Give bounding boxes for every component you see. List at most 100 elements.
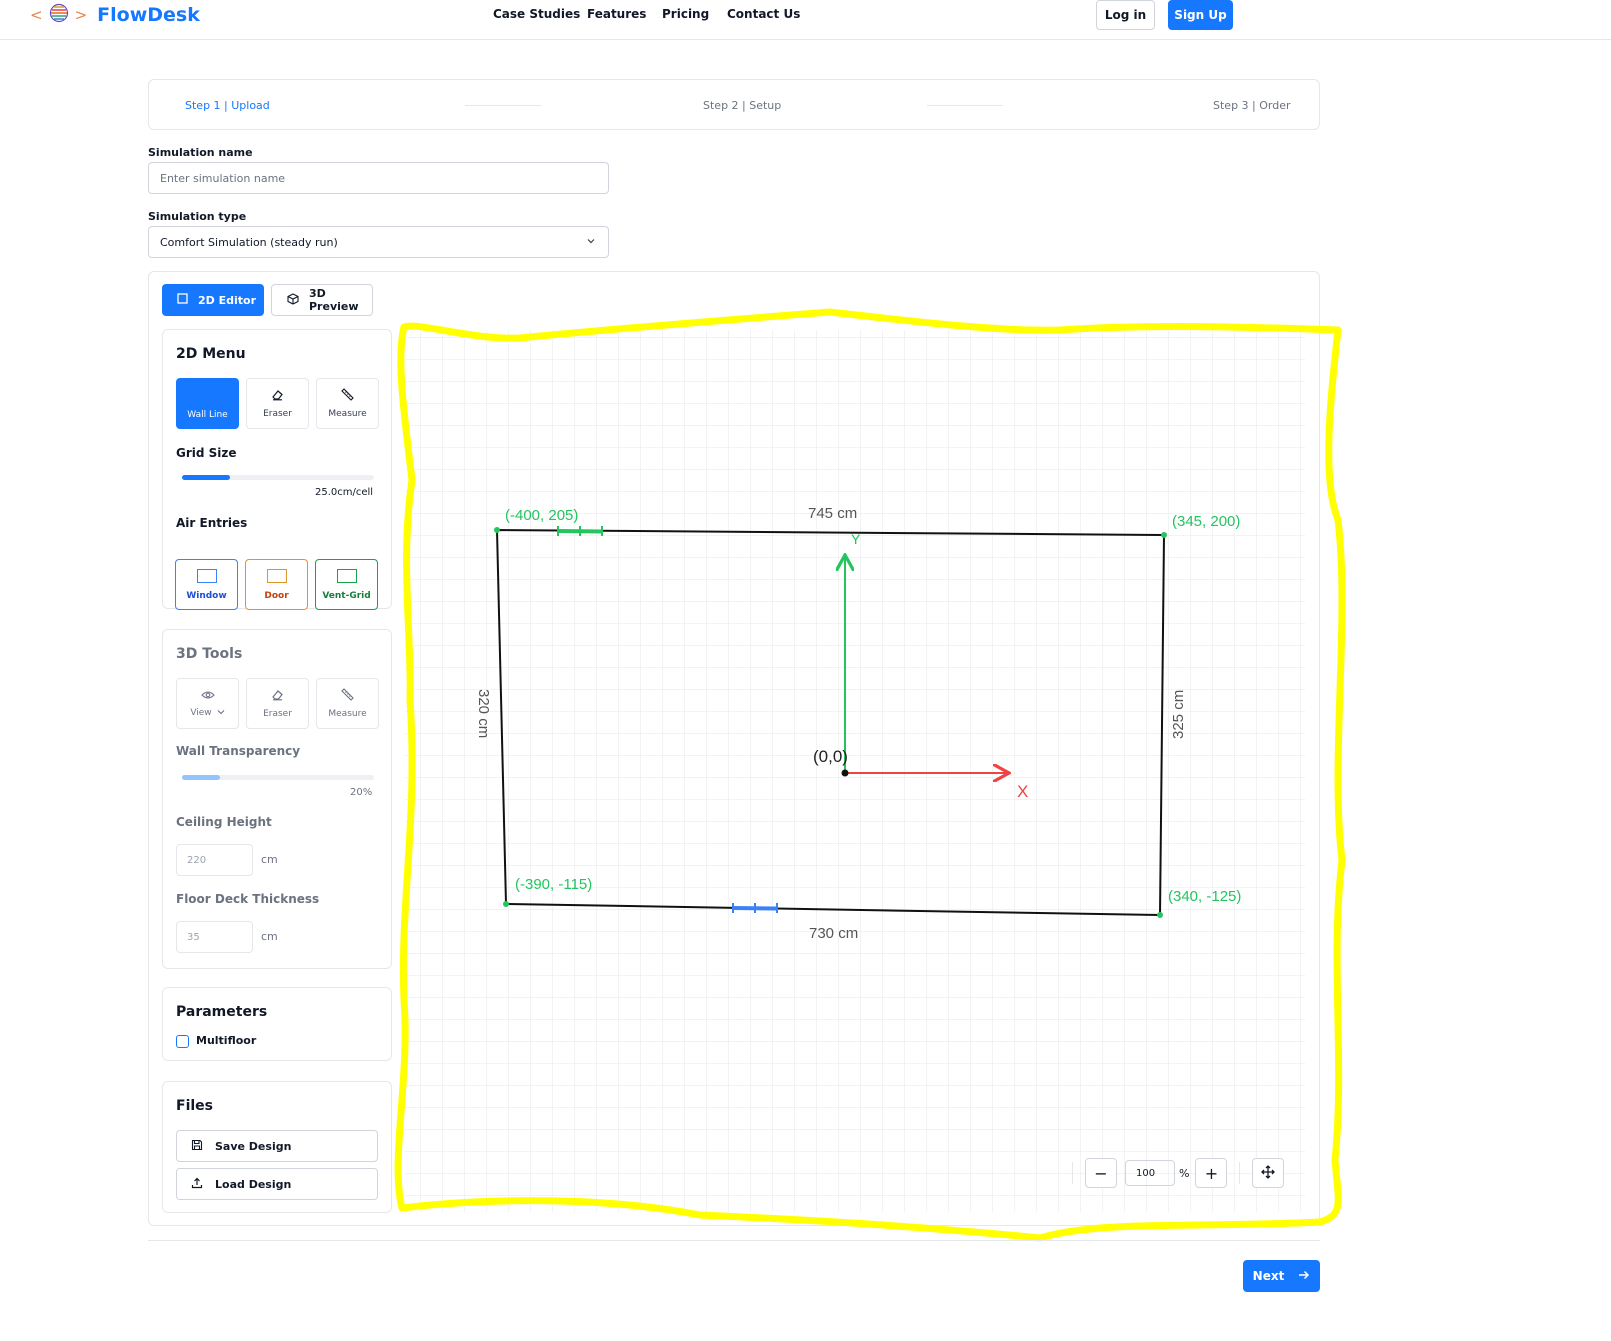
view-tool-label: View xyxy=(190,707,212,718)
panel-3d-tools: 3D Tools View Eraser Measure Wall Transp… xyxy=(162,629,392,969)
measure-tool-label: Measure xyxy=(328,409,367,419)
simulation-name-label: Simulation name xyxy=(148,146,253,159)
wall-transparency-value: 20% xyxy=(350,787,373,798)
square-icon xyxy=(177,293,188,307)
nav-pricing[interactable]: Pricing xyxy=(662,7,709,21)
tab-2d-editor-label: 2D Editor xyxy=(198,293,257,307)
load-design-label: Load Design xyxy=(215,1177,292,1191)
simulation-name-input[interactable] xyxy=(160,171,586,185)
eraser-tool-label: Eraser xyxy=(263,408,292,419)
upload-icon xyxy=(191,1177,203,1192)
nav-case-studies[interactable]: Case Studies xyxy=(493,7,580,21)
wall-transparency-slider-fill xyxy=(182,775,221,780)
floor-deck-thickness-unit: cm xyxy=(261,930,278,943)
grid-size-slider[interactable] xyxy=(182,475,374,480)
floor-deck-thickness-input[interactable]: 35 xyxy=(176,921,253,953)
eraser-tool-button[interactable]: Eraser xyxy=(246,378,309,429)
view-tool-button[interactable]: View xyxy=(176,678,239,729)
corner-point[interactable] xyxy=(1157,912,1163,918)
nav-features[interactable]: Features xyxy=(587,7,646,21)
vent-grid-icon xyxy=(336,568,357,583)
nav-contact-us[interactable]: Contact Us xyxy=(727,7,800,21)
load-design-button[interactable]: Load Design xyxy=(176,1168,378,1200)
chevron-right-icon: > xyxy=(74,6,88,24)
tab-2d-editor[interactable]: 2D Editor xyxy=(162,284,264,316)
simulation-name-field[interactable] xyxy=(148,162,609,194)
chevron-left-icon: < xyxy=(30,6,43,24)
vent-grid-entry-button[interactable]: Vent-Grid xyxy=(315,559,378,610)
ceiling-height-input[interactable]: 220 xyxy=(176,844,253,876)
step-upload[interactable]: Step 1 | Upload xyxy=(185,99,270,112)
floor-deck-thickness-title: Floor Deck Thickness xyxy=(176,892,320,906)
corner-point[interactable] xyxy=(503,901,509,907)
y-axis-label: Y xyxy=(851,531,861,547)
brand-name: FlowDesk xyxy=(97,4,200,26)
corner-label: (-400, 205) xyxy=(505,507,578,524)
vent-grid-entry-label: Vent-Grid xyxy=(322,590,371,601)
grid-size-title: Grid Size xyxy=(176,446,237,460)
top-nav-bar: < > FlowDesk Case Studies Features Prici… xyxy=(0,0,1611,40)
eraser-3d-tool-label: Eraser xyxy=(263,708,292,719)
step-setup[interactable]: Step 2 | Setup xyxy=(703,99,781,112)
save-design-label: Save Design xyxy=(215,1139,292,1153)
tab-3d-preview[interactable]: 3D Preview xyxy=(271,284,373,316)
measure-3d-tool-label: Measure xyxy=(328,709,367,719)
wall-line-tool-label: Wall Line xyxy=(187,410,228,420)
eraser-3d-tool-button[interactable]: Eraser xyxy=(246,678,309,729)
corner-point[interactable] xyxy=(494,527,500,533)
arrow-right-icon xyxy=(1298,1269,1310,1283)
measure-3d-tool-button[interactable]: Measure xyxy=(316,678,379,729)
wall-transparency-title: Wall Transparency xyxy=(176,744,301,758)
login-button[interactable]: Log in xyxy=(1096,0,1155,30)
wall-transparency-slider[interactable] xyxy=(182,775,374,780)
brand-logo[interactable]: < > FlowDesk xyxy=(30,3,200,27)
files-title: Files xyxy=(176,1098,213,1114)
eraser-icon xyxy=(271,389,284,404)
grid-size-slider-fill xyxy=(182,475,230,480)
panel-2d-menu-title: 2D Menu xyxy=(176,346,246,362)
zoom-level-input[interactable]: 100 xyxy=(1125,1160,1175,1186)
zoom-out-button[interactable]: − xyxy=(1085,1158,1117,1188)
floor-plan-canvas[interactable]: (-400, 205) (345, 200) (-390, -115) (340… xyxy=(405,330,1305,1212)
grid-size-value: 25.0cm/cell xyxy=(315,487,374,498)
floor-plan-svg[interactable]: (-400, 205) (345, 200) (-390, -115) (340… xyxy=(405,330,1305,1212)
save-design-button[interactable]: Save Design xyxy=(176,1130,378,1162)
zoom-divider xyxy=(1239,1162,1241,1184)
simulation-type-select[interactable]: Comfort Simulation (steady run) xyxy=(148,226,609,258)
simulation-type-label: Simulation type xyxy=(148,210,247,223)
origin-point xyxy=(841,769,849,777)
ruler-icon xyxy=(341,388,354,404)
minus-icon: − xyxy=(1094,1163,1108,1183)
origin-label: (0,0) xyxy=(813,747,848,766)
parameters-title: Parameters xyxy=(176,1004,268,1020)
step-divider xyxy=(465,105,541,106)
plus-icon: + xyxy=(1204,1163,1219,1183)
dimension-label: 320 cm xyxy=(475,689,492,738)
dimension-label: 745 cm xyxy=(808,505,857,522)
step-divider xyxy=(927,105,1003,106)
zoom-divider xyxy=(1072,1162,1073,1184)
move-arrows-icon xyxy=(1261,1164,1276,1183)
multifloor-checkbox[interactable] xyxy=(176,1035,189,1048)
window-icon xyxy=(196,568,217,583)
next-button[interactable]: Next xyxy=(1243,1260,1320,1292)
step-order[interactable]: Step 3 | Order xyxy=(1213,99,1291,112)
pan-move-button[interactable] xyxy=(1252,1158,1285,1188)
next-button-label: Next xyxy=(1252,1269,1285,1283)
simulation-type-value: Comfort Simulation (steady run) xyxy=(160,235,338,249)
window-entry-button[interactable]: Window xyxy=(175,559,238,610)
footer-divider xyxy=(148,1240,1320,1241)
measure-tool-button[interactable]: Measure xyxy=(316,378,379,429)
chevron-down-icon xyxy=(217,708,225,718)
door-entry-button[interactable]: Door xyxy=(245,559,308,610)
corner-point[interactable] xyxy=(1161,532,1167,538)
air-entries-title: Air Entries xyxy=(176,516,248,530)
dimension-label: 730 cm xyxy=(809,925,858,942)
panel-parameters: Parameters Multifloor xyxy=(162,987,392,1061)
wall-line-tool-button[interactable]: Wall Line xyxy=(176,378,239,429)
grid-background xyxy=(405,330,1305,1212)
signup-button[interactable]: Sign Up xyxy=(1168,0,1233,30)
eye-icon xyxy=(200,690,215,703)
zoom-in-button[interactable]: + xyxy=(1195,1158,1228,1188)
eraser-icon xyxy=(271,689,284,704)
